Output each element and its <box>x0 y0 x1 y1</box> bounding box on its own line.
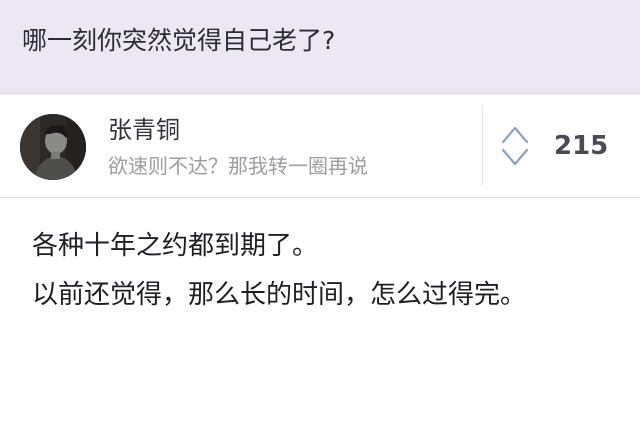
answer-content: 各种十年之约都到期了。 以前还觉得，那么长的时间，怎么过得完。 <box>32 222 622 320</box>
vote-count: 215 <box>554 131 609 161</box>
question-title[interactable]: 哪一刻你突然觉得自己老了? <box>22 24 335 58</box>
vote-up-down-arrows-icon <box>501 126 529 166</box>
divider <box>482 106 483 186</box>
author-bio: 欲速则不达？那我转一圈再说 <box>108 154 368 178</box>
question-header[interactable]: 哪一刻你突然觉得自己老了? <box>0 0 640 94</box>
author-name[interactable]: 张青铜 <box>108 114 180 146</box>
answer-page: 哪一刻你突然觉得自己老了? 张青铜 欲速则不达？那我转一圈再说 215 各种十年… <box>0 0 640 438</box>
avatar[interactable] <box>20 114 86 180</box>
person-avatar-icon <box>20 114 86 180</box>
vote-button[interactable] <box>500 122 530 170</box>
answer-paragraph: 各种十年之约都到期了。 <box>32 231 319 261</box>
answer-author-bar: 张青铜 欲速则不达？那我转一圈再说 215 <box>0 94 640 198</box>
answer-paragraph: 以前还觉得，那么长的时间，怎么过得完。 <box>32 280 527 310</box>
